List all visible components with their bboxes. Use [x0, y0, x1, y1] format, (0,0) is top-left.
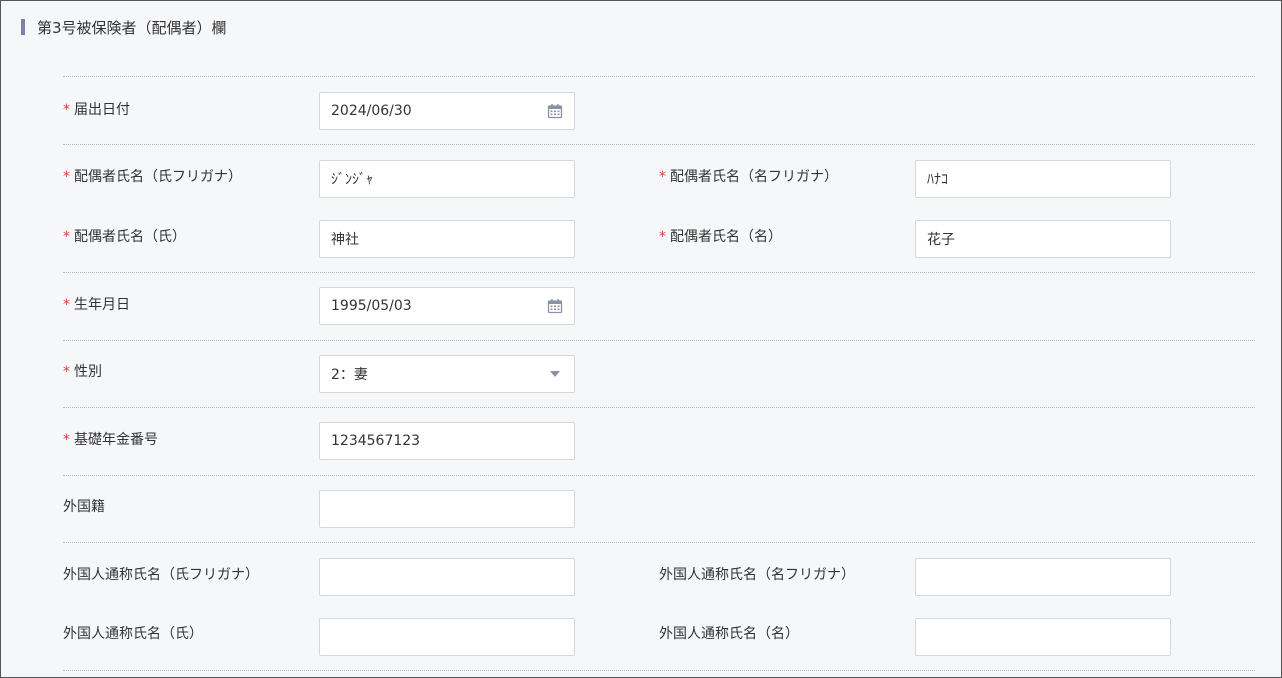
foreign-last-label: 外国人通称氏名（氏）: [63, 626, 203, 642]
divider: [63, 272, 1255, 273]
foreign-first-kana-input[interactable]: [915, 558, 1171, 596]
spouse-first-label: * 配偶者氏名（名）: [659, 229, 782, 245]
foreign-last-kana-input[interactable]: [319, 558, 575, 596]
spouse-first-kana-label: * 配偶者氏名（名フリガナ）: [659, 169, 838, 185]
spouse-last-label: * 配偶者氏名（氏）: [63, 229, 186, 245]
foreign-first-kana-label: 外国人通称氏名（名フリガナ）: [659, 567, 855, 583]
section-title: 第3号被保険者（配偶者）欄: [37, 18, 227, 37]
spouse-first-kana-input[interactable]: ﾊﾅｺ: [915, 160, 1171, 198]
divider: [63, 670, 1255, 671]
foreign-last-input[interactable]: [319, 618, 575, 656]
spouse-last-input[interactable]: 神社: [319, 220, 575, 258]
divider: [63, 407, 1255, 408]
notification-date-label: * 届出日付: [63, 102, 130, 118]
divider: [63, 144, 1255, 145]
form-panel: 第3号被保険者（配偶者）欄 * 届出日付 2024/06/30 * 配偶者氏名（氏フ…: [0, 0, 1282, 678]
spouse-last-kana-label: * 配偶者氏名（氏フリガナ）: [63, 169, 242, 185]
required-mark: *: [63, 102, 70, 118]
divider: [63, 340, 1255, 341]
gender-select[interactable]: 2：妻: [319, 355, 575, 393]
foreign-first-input[interactable]: [915, 618, 1171, 656]
nationality-label: 外国籍: [63, 499, 105, 515]
spouse-last-kana-input[interactable]: ｼﾞﾝｼﾞｬ: [319, 160, 575, 198]
section-header: 第3号被保険者（配偶者）欄: [21, 17, 227, 37]
nationality-input[interactable]: [319, 490, 575, 528]
chevron-down-icon[interactable]: [550, 371, 560, 377]
spouse-first-input[interactable]: 花子: [915, 220, 1171, 258]
birth-date-input[interactable]: 1995/05/03: [319, 287, 575, 325]
foreign-last-kana-label: 外国人通称氏名（氏フリガナ）: [63, 567, 259, 583]
birth-date-label: * 生年月日: [63, 297, 130, 313]
calendar-icon[interactable]: [547, 298, 563, 314]
foreign-first-label: 外国人通称氏名（名）: [659, 626, 799, 642]
calendar-icon[interactable]: [547, 103, 563, 119]
divider: [63, 76, 1255, 77]
section-accent-bar: [21, 19, 25, 35]
divider: [63, 475, 1255, 476]
divider: [63, 542, 1255, 543]
notification-date-input[interactable]: 2024/06/30: [319, 92, 575, 130]
pension-number-input[interactable]: 1234567123: [319, 422, 575, 460]
gender-label: * 性別: [63, 364, 102, 380]
pension-number-label: * 基礎年金番号: [63, 432, 158, 448]
